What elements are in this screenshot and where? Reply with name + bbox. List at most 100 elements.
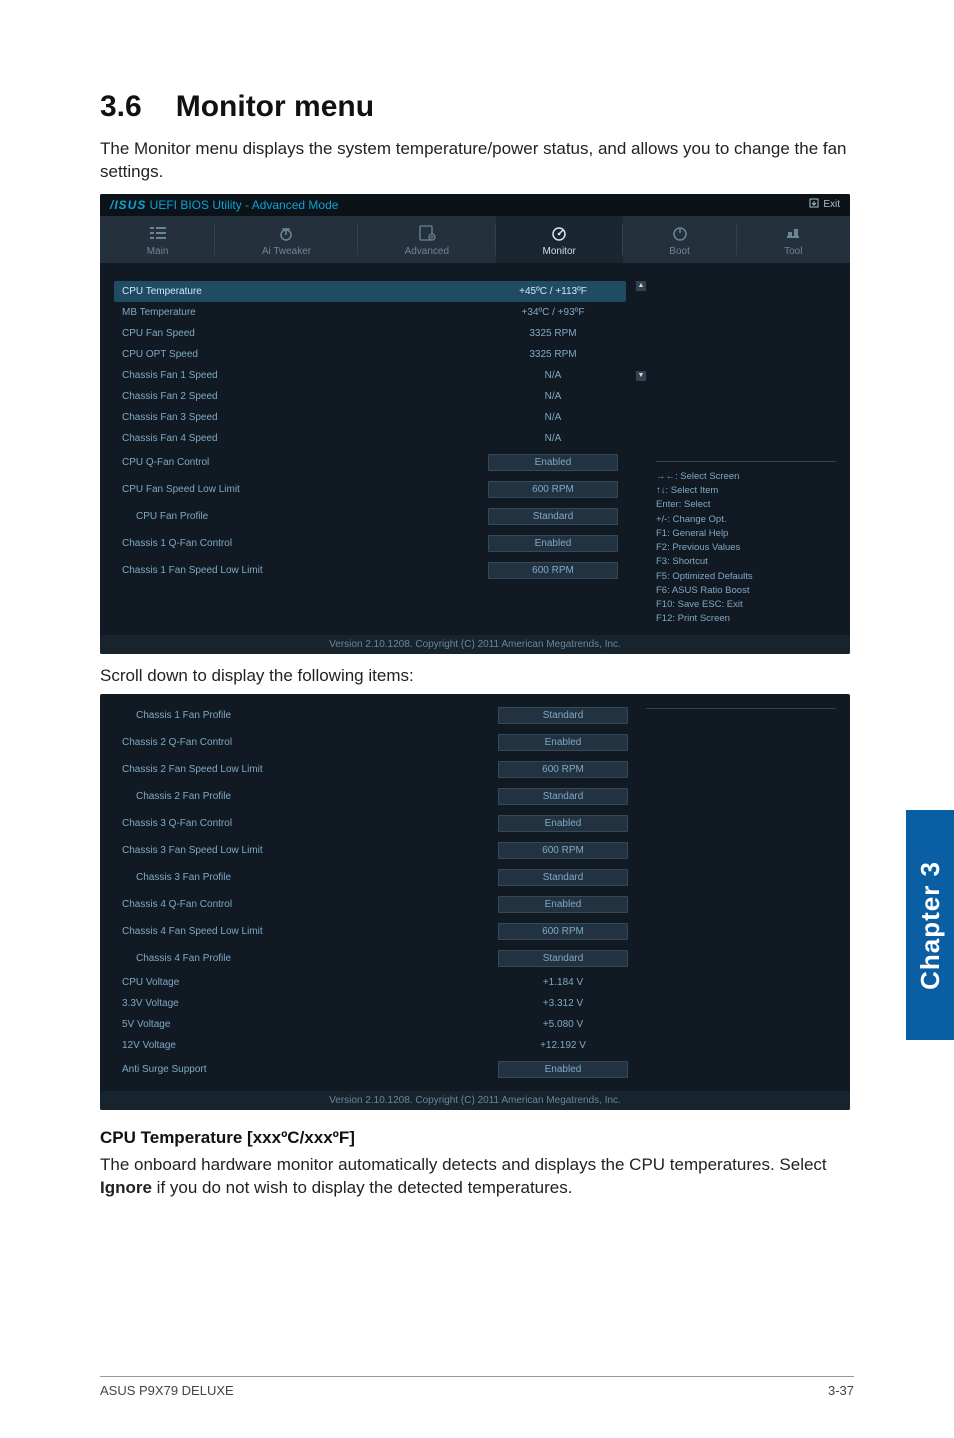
- setting-value-dropdown[interactable]: Enabled: [498, 734, 628, 751]
- help-line: F5: Optimized Defaults: [656, 570, 836, 584]
- setting-row[interactable]: Chassis 3 Fan Speed Low Limit600 RPM: [114, 837, 636, 864]
- setting-row: Chassis Fan 4 Speed N/A: [114, 428, 626, 449]
- setting-label: CPU Fan Speed: [122, 328, 478, 339]
- setting-label: Chassis 3 Q-Fan Control: [122, 818, 488, 829]
- setting-value: N/A: [488, 370, 618, 381]
- bios-footer-2: Version 2.10.1208. Copyright (C) 2011 Am…: [100, 1091, 850, 1110]
- setting-row: CPU Temperature+45ºC / +113ºF: [114, 281, 626, 302]
- tab-label: Main: [147, 246, 169, 257]
- scroll-down-icon[interactable]: ▼: [636, 371, 646, 381]
- setting-value-dropdown[interactable]: Standard: [498, 707, 628, 724]
- bios-rows-list: CPU Temperature+45ºC / +113ºF MB Temperat…: [114, 281, 626, 627]
- setting-value-dropdown[interactable]: 600 RPM: [498, 761, 628, 778]
- bios-brand: /ISUS: [110, 198, 146, 212]
- setting-row[interactable]: Chassis 3 Q-Fan Control Enabled: [114, 810, 636, 837]
- help-panel: →←: Select Screen↑↓: Select ItemEnter: S…: [656, 461, 836, 627]
- bios-title: /ISUS UEFI BIOS Utility - Advanced Mode: [110, 198, 338, 212]
- setting-label: Chassis 2 Fan Profile: [136, 791, 488, 802]
- setting-value-dropdown[interactable]: Enabled: [498, 815, 628, 832]
- page-footer: ASUS P9X79 DELUXE 3-37: [100, 1376, 854, 1398]
- setting-value-dropdown[interactable]: Standard: [488, 508, 618, 525]
- setting-value: N/A: [488, 391, 618, 402]
- setting-row[interactable]: CPU Fan Speed Low Limit600 RPM: [114, 476, 626, 503]
- help-line: F12: Print Screen: [656, 612, 836, 626]
- exit-button[interactable]: Exit: [809, 198, 840, 211]
- setting-row[interactable]: Chassis 2 Fan Speed Low Limit 600 RPM: [114, 756, 636, 783]
- tab-advanced[interactable]: Advanced: [358, 216, 496, 263]
- section-number: 3.6: [100, 90, 142, 123]
- setting-value: +5.080 V: [498, 1019, 628, 1030]
- setting-value-dropdown[interactable]: Standard: [498, 869, 628, 886]
- exit-label: Exit: [823, 199, 840, 210]
- bios-panel: /ISUS UEFI BIOS Utility - Advanced Mode …: [100, 194, 850, 654]
- tab-label: Tool: [784, 246, 802, 257]
- footer-right: 3-37: [828, 1383, 854, 1398]
- setting-value: N/A: [488, 412, 618, 423]
- setting-row: CPU Fan Speed3325 RPM: [114, 323, 626, 344]
- setting-value-dropdown[interactable]: 600 RPM: [498, 842, 628, 859]
- tab-label: Boot: [669, 246, 690, 257]
- setting-label: MB Temperature: [122, 307, 478, 318]
- section-heading: Monitor menu: [176, 90, 374, 123]
- setting-row[interactable]: Anti Surge Support Enabled: [114, 1056, 636, 1083]
- setting-row[interactable]: Chassis 4 Fan Speed Low Limit600 RPM: [114, 918, 636, 945]
- setting-value-dropdown[interactable]: Standard: [498, 950, 628, 967]
- scrollbar[interactable]: ▲ ▼: [636, 281, 646, 627]
- setting-label: Chassis Fan 2 Speed: [122, 391, 478, 402]
- tab-main[interactable]: Main: [100, 216, 215, 263]
- setting-label: Chassis 3 Fan Profile: [136, 872, 488, 883]
- tab-tool[interactable]: Tool: [737, 216, 850, 263]
- setting-value-dropdown[interactable]: 600 RPM: [488, 481, 618, 498]
- setting-row[interactable]: Chassis 1 Fan ProfileStandard: [114, 702, 636, 729]
- cpu-temp-body-a: The onboard hardware monitor automatical…: [100, 1155, 827, 1174]
- setting-row[interactable]: Chassis 4 Q-Fan Control Enabled: [114, 891, 636, 918]
- setting-row[interactable]: Chassis 1 Fan Speed Low Limit600 RPM: [114, 557, 626, 584]
- setting-value-dropdown[interactable]: Enabled: [498, 896, 628, 913]
- setting-row[interactable]: Chassis 1 Q-Fan Control Enabled: [114, 530, 626, 557]
- setting-row[interactable]: Chassis 4 Fan Profile Standard: [114, 945, 636, 972]
- setting-value-dropdown[interactable]: Standard: [498, 788, 628, 805]
- help-line: →←: Select Screen: [656, 470, 836, 484]
- setting-label: CPU Fan Profile: [136, 511, 478, 522]
- help-divider: [646, 708, 836, 712]
- setting-value: +12.192 V: [498, 1040, 628, 1051]
- setting-label: Chassis 1 Q-Fan Control: [122, 538, 478, 549]
- setting-label: Chassis 2 Fan Speed Low Limit: [122, 764, 488, 775]
- tab-ai-tweaker[interactable]: Ai Tweaker: [215, 216, 358, 263]
- setting-value-dropdown[interactable]: 600 RPM: [488, 562, 618, 579]
- setting-row[interactable]: CPU Fan Profile Standard: [114, 503, 626, 530]
- setting-row[interactable]: CPU Q-Fan ControlEnabled: [114, 449, 626, 476]
- setting-value-dropdown[interactable]: 600 RPM: [498, 923, 628, 940]
- tab-boot[interactable]: Boot: [623, 216, 737, 263]
- setting-row[interactable]: Chassis 2 Q-Fan ControlEnabled: [114, 729, 636, 756]
- tab-icon: [219, 224, 354, 242]
- setting-value: N/A: [488, 433, 618, 444]
- setting-value: +34ºC / +93ºF: [488, 307, 618, 318]
- setting-label: 3.3V Voltage: [122, 998, 488, 1009]
- tab-monitor[interactable]: Monitor: [496, 216, 623, 263]
- setting-row: CPU Voltage+1.184 V: [114, 972, 636, 993]
- setting-label: 5V Voltage: [122, 1019, 488, 1030]
- setting-row: 12V Voltage +12.192 V: [114, 1035, 636, 1056]
- setting-value-dropdown[interactable]: Enabled: [488, 454, 618, 471]
- setting-label: Chassis 4 Q-Fan Control: [122, 899, 488, 910]
- setting-value-dropdown[interactable]: Enabled: [488, 535, 618, 552]
- setting-label: Chassis Fan 4 Speed: [122, 433, 478, 444]
- scroll-up-icon[interactable]: ▲: [636, 281, 646, 291]
- setting-value: +3.312 V: [498, 998, 628, 1009]
- tab-label: Monitor: [543, 246, 576, 257]
- setting-row[interactable]: Chassis 3 Fan Profile Standard: [114, 864, 636, 891]
- help-line: F1: General Help: [656, 527, 836, 541]
- bios-title-rest: UEFI BIOS Utility - Advanced Mode: [146, 198, 338, 212]
- setting-row: 5V Voltage +5.080 V: [114, 1014, 636, 1035]
- setting-label: Anti Surge Support: [122, 1064, 488, 1075]
- intro-paragraph: The Monitor menu displays the system tem…: [100, 138, 854, 184]
- setting-row[interactable]: Chassis 2 Fan Profile Standard: [114, 783, 636, 810]
- tab-icon: [104, 224, 211, 242]
- setting-label: 12V Voltage: [122, 1040, 488, 1051]
- setting-label: CPU OPT Speed: [122, 349, 478, 360]
- setting-label: Chassis 4 Fan Profile: [136, 953, 488, 964]
- tab-icon: [362, 224, 492, 242]
- tab-label: Advanced: [405, 246, 449, 257]
- setting-value-dropdown[interactable]: Enabled: [498, 1061, 628, 1078]
